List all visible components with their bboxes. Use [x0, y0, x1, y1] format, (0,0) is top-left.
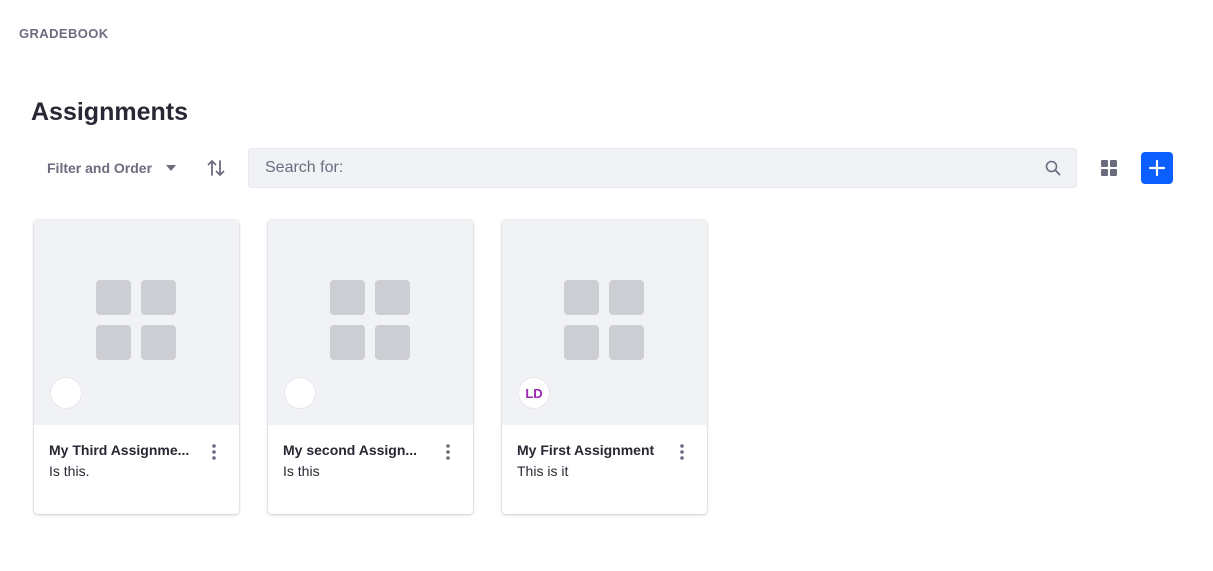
- card-title[interactable]: My First Assignment: [517, 442, 662, 458]
- search-bar: [248, 148, 1077, 188]
- add-button[interactable]: [1141, 152, 1173, 184]
- card-body: My second Assign... Is this: [283, 442, 458, 479]
- card-subtitle: This is it: [517, 463, 569, 479]
- assignment-card[interactable]: LD My First Assignment This is it: [502, 220, 707, 514]
- search-icon: [1045, 160, 1061, 176]
- plus-icon: [1148, 159, 1166, 177]
- search-button[interactable]: [1030, 149, 1076, 187]
- app-label: GRADEBOOK: [19, 26, 109, 41]
- placeholder-grid-icon: [564, 280, 645, 361]
- kebab-menu-icon: [446, 444, 450, 460]
- card-actions-button[interactable]: [670, 440, 694, 464]
- card-thumbnail[interactable]: LD: [502, 220, 707, 425]
- kebab-menu-icon: [212, 444, 216, 460]
- caret-down-icon: [166, 165, 177, 171]
- grid-view-icon: [1101, 160, 1117, 176]
- card-actions-button[interactable]: [202, 440, 226, 464]
- card-thumbnail[interactable]: [268, 220, 473, 425]
- placeholder-grid-icon: [330, 280, 411, 361]
- card-body: My First Assignment This is it: [517, 442, 692, 479]
- sort-button[interactable]: [200, 152, 232, 184]
- filter-and-order-button[interactable]: Filter and Order: [36, 148, 187, 188]
- card-subtitle: Is this: [283, 463, 320, 479]
- search-input[interactable]: [249, 149, 1030, 187]
- card-actions-button[interactable]: [436, 440, 460, 464]
- kebab-menu-icon: [680, 444, 684, 460]
- placeholder-grid-icon: [96, 280, 177, 361]
- card-list: My Third Assignme... Is this. My second …: [34, 220, 707, 514]
- card-title[interactable]: My second Assign...: [283, 442, 428, 458]
- avatar: [284, 377, 316, 409]
- avatar: LD: [518, 377, 550, 409]
- assignment-card[interactable]: My second Assign... Is this: [268, 220, 473, 514]
- display-style-button[interactable]: [1093, 152, 1125, 184]
- assignment-card[interactable]: My Third Assignme... Is this.: [34, 220, 239, 514]
- filter-label: Filter and Order: [47, 160, 153, 176]
- card-thumbnail[interactable]: [34, 220, 239, 425]
- sort-arrows-icon: [207, 160, 225, 176]
- management-toolbar: Filter and Order: [0, 148, 1213, 188]
- card-body: My Third Assignme... Is this.: [49, 442, 224, 479]
- card-title[interactable]: My Third Assignme...: [49, 442, 194, 458]
- avatar: [50, 377, 82, 409]
- page-title: Assignments: [31, 98, 188, 126]
- card-subtitle: Is this.: [49, 463, 90, 479]
